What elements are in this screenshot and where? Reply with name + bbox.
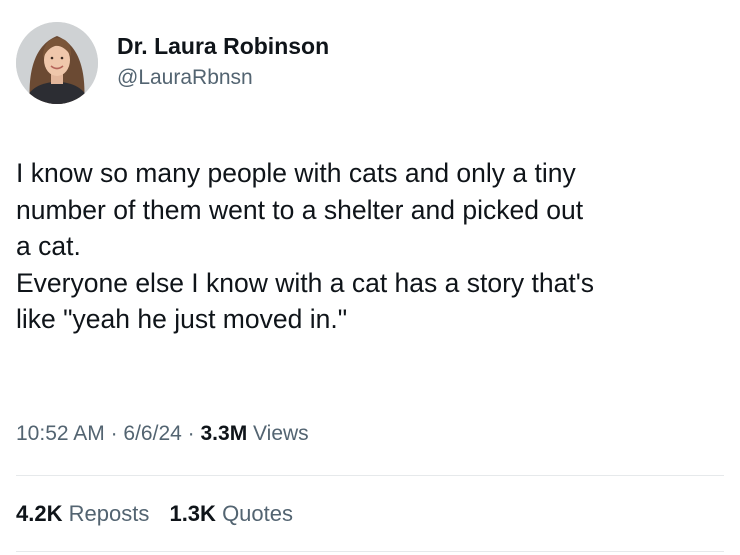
profile-photo-icon [16, 22, 98, 104]
tweet-text-line: like "yeah he just moved in." [16, 304, 348, 334]
author-display-name[interactable]: Dr. Laura Robinson [117, 32, 329, 60]
reposts-label: Reposts [68, 501, 150, 526]
views-count: 3.3M [200, 422, 248, 445]
reposts-stat[interactable]: 4.2K Reposts [16, 501, 155, 526]
tweet-time[interactable]: 10:52 AM [16, 422, 105, 445]
avatar[interactable] [16, 22, 98, 104]
reposts-count: 4.2K [16, 501, 63, 526]
tweet-text: I know so many people with cats and only… [16, 155, 716, 338]
tweet-text-line: a cat. [16, 231, 81, 261]
quotes-stat[interactable]: 1.3K Quotes [169, 501, 293, 526]
tweet-date[interactable]: 6/6/24 [123, 422, 181, 445]
quotes-count: 1.3K [169, 501, 216, 526]
engagement-stats: 4.2K Reposts 1.3K Quotes [16, 500, 307, 528]
divider [16, 551, 724, 552]
author-handle[interactable]: @LauraRbnsn [117, 65, 253, 91]
meta-separator: · [187, 422, 195, 445]
meta-separator: · [110, 422, 118, 445]
views-label: Views [253, 422, 309, 445]
quotes-label: Quotes [222, 501, 293, 526]
tweet-text-line: number of them went to a shelter and pic… [16, 194, 584, 225]
tweet-card: Dr. Laura Robinson @LauraRbnsn I know so… [0, 0, 740, 555]
tweet-meta: 10:52 AM · 6/6/24 · 3.3M Views [16, 421, 309, 447]
tweet-text-line: Everyone else I know with a cat has a st… [16, 267, 595, 298]
tweet-text-line: I know so many people with cats and only… [16, 158, 576, 188]
divider [16, 475, 724, 476]
